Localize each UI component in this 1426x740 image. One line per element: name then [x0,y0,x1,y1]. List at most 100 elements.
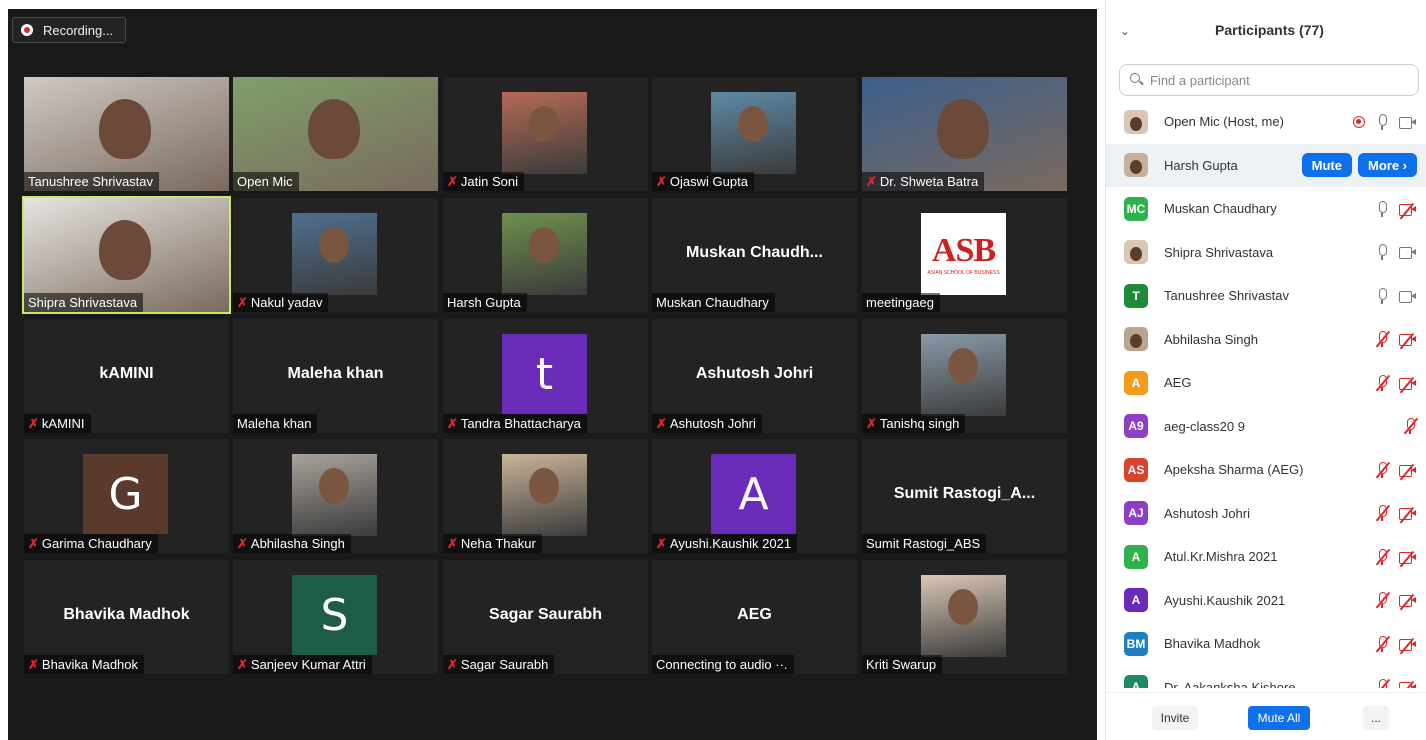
video-tile[interactable]: Maleha khan Maleha khan [233,319,438,433]
participant-list[interactable]: Open Mic (Host, me) Harsh Gupta Mute More ›… [1106,100,1426,688]
microphone-icon[interactable] [1375,244,1389,261]
participant-row[interactable]: A AEG [1106,361,1426,405]
participant-row[interactable]: AS Apeksha Sharma (AEG) [1106,448,1426,492]
participant-name: Sanjeev Kumar Attri [250,657,366,672]
video-tile[interactable]: ✗ Ojaswi Gupta [652,77,857,191]
participant-name: Garima Chaudhary [41,536,152,551]
video-tile[interactable]: AEG Connecting to audio ··. [652,560,857,674]
person-silhouette [529,227,559,263]
zoom-meeting-window: Recording... Tanushree Shrivastav Open Mi… [0,0,1426,740]
participant-row[interactable]: Harsh Gupta Mute More › [1106,143,1426,187]
mic-muted-icon[interactable] [1375,505,1390,522]
recording-indicator[interactable]: Recording... [12,17,127,43]
mic-muted-icon[interactable] [1375,679,1390,688]
mic-muted-icon[interactable] [1375,548,1390,565]
video-tile[interactable]: G ✗ Garima Chaudhary [24,439,229,553]
video-tile[interactable]: Tanushree Shrivastav [24,77,229,191]
mic-muted-icon[interactable] [1375,331,1390,348]
invite-button[interactable]: Invite [1152,706,1198,730]
participant-name: Open Mic (Host, me) [1164,114,1284,130]
avatar [1124,153,1148,178]
participant-name: Abhilasha Singh [1164,331,1258,347]
video-feed [292,213,377,295]
avatar [1124,240,1148,265]
video-tile[interactable]: ✗ Jatin Soni [443,77,648,191]
search-box[interactable] [1119,64,1419,96]
video-tile[interactable]: t ✗ Tandra Bhattacharya [443,319,648,433]
mic-muted-icon[interactable] [1375,635,1390,652]
video-tile[interactable]: Kriti Swarup [862,560,1067,674]
tile-name-label: Sumit Rastogi_ABS [862,534,987,553]
participant-row[interactable]: A Atul.Kr.Mishra 2021 [1106,535,1426,579]
video-tile[interactable]: ✗ Tanishq singh [862,319,1067,433]
participant-row[interactable]: A Dr. Aakanksha Kishore [1106,666,1426,688]
video-off-icon[interactable] [1399,550,1417,567]
microphone-icon[interactable] [1375,287,1389,304]
mic-muted-icon[interactable] [1375,592,1390,609]
participant-name: Muskan Chaudhary [656,295,769,310]
search-input[interactable] [1150,72,1410,88]
video-off-icon[interactable] [1399,202,1417,219]
mic-muted-icon[interactable] [1403,418,1418,435]
more-options-button[interactable]: ... [1363,706,1389,730]
participant-controls [1375,331,1417,350]
participant-row[interactable]: BM Bhavika Madhok [1106,622,1426,666]
avatar [1124,327,1148,352]
more-participant-button[interactable]: More › [1358,153,1417,178]
avatar [1124,109,1148,134]
participant-row[interactable]: T Tanushree Shrivastav [1106,274,1426,318]
microphone-icon[interactable] [1375,113,1389,130]
video-tile[interactable]: Ashutosh Johri ✗ Ashutosh Johri [652,319,857,433]
video-off-icon[interactable] [1399,681,1417,688]
video-tile[interactable]: Bhavika Madhok ✗ Bhavika Madhok [24,560,229,674]
video-tile[interactable]: ASB ASIAN SCHOOL OF BUSINESS meetingaeg [862,198,1067,312]
video-off-icon[interactable] [1399,333,1417,350]
video-tile[interactable]: ✗ Dr. Shweta Batra [862,77,1067,191]
mic-muted-icon[interactable] [1375,461,1390,478]
video-tile[interactable]: S ✗ Sanjeev Kumar Attri [233,560,438,674]
mic-muted-icon: ✗ [28,536,39,551]
mute-participant-button[interactable]: Mute [1301,153,1352,178]
video-camera-icon[interactable] [1399,290,1417,303]
video-off-icon[interactable] [1399,507,1417,524]
participant-row[interactable]: MC Muskan Chaudhary [1106,187,1426,231]
video-off-icon[interactable] [1399,463,1417,480]
video-tile[interactable]: Shipra Shrivastava [22,196,231,314]
participant-row[interactable]: AJ Ashutosh Johri [1106,492,1426,536]
participant-row[interactable]: A Ayushi.Kaushik 2021 [1106,579,1426,623]
tile-name-label: Connecting to audio ··. [652,655,794,674]
avatar: A [1124,544,1148,569]
video-camera-icon[interactable] [1399,246,1417,260]
participant-controls [1375,505,1417,524]
tile-name-label: ✗ Bhavika Madhok [24,655,145,674]
microphone-icon[interactable] [1375,200,1389,217]
avatar-letter: S [292,575,377,655]
mute-all-button[interactable]: Mute All [1248,706,1310,730]
video-tile[interactable]: Harsh Gupta [443,198,648,312]
person-silhouette [948,589,978,625]
participant-row[interactable]: Shipra Shrivastava [1106,231,1426,275]
participant-name: Connecting to audio ··. [656,657,788,672]
tile-name-label: Shipra Shrivastava [24,293,144,312]
video-tile[interactable]: Open Mic [233,77,438,191]
participant-row[interactable]: A9 aeg-class20 9 [1106,405,1426,449]
video-tile[interactable]: kAMINI ✗ kAMINI [24,319,229,433]
participant-controls [1375,679,1417,688]
mic-muted-icon: ✗ [237,657,248,672]
video-tile[interactable]: A ✗ Ayushi.Kaushik 2021 [652,439,857,553]
mic-muted-icon[interactable] [1375,374,1390,391]
avatar-letter: A [711,454,796,534]
video-tile[interactable]: ✗ Abhilasha Singh [233,439,438,553]
video-tile[interactable]: ✗ Nakul yadav [233,198,438,312]
video-off-icon[interactable] [1399,376,1417,393]
video-tile[interactable]: Sumit Rastogi_A... Sumit Rastogi_ABS [862,439,1067,553]
video-tile[interactable]: Muskan Chaudh... Muskan Chaudhary [652,198,857,312]
video-off-icon[interactable] [1399,637,1417,654]
participant-row[interactable]: Abhilasha Singh [1106,318,1426,362]
video-tile[interactable]: ✗ Neha Thakur [443,439,648,553]
video-camera-icon[interactable] [1399,116,1417,129]
video-off-icon[interactable] [1399,594,1417,611]
video-tile[interactable]: Sagar Saurabh ✗ Sagar Saurabh [443,560,648,674]
participant-row[interactable]: Open Mic (Host, me) [1106,100,1426,144]
person-silhouette [319,468,349,504]
